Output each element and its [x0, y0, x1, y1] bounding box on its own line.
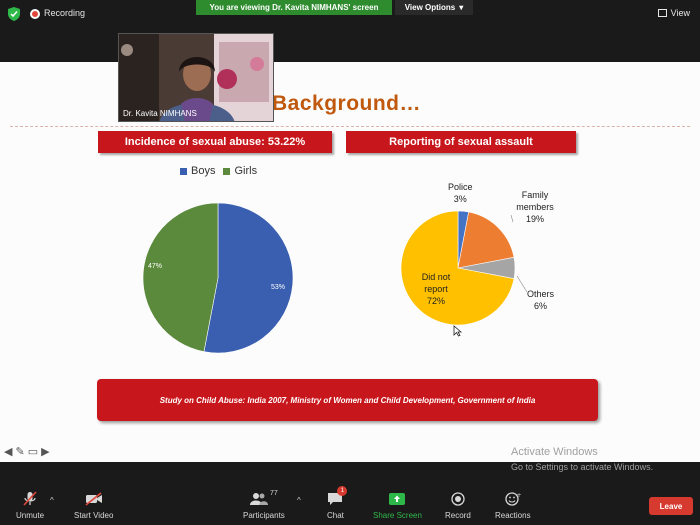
chat-unread-badge: 1: [337, 486, 348, 496]
zoom-window: Recording You are viewing Dr. Kavita NIM…: [0, 0, 700, 525]
meeting-toolbar: Unmute ^ Start Video 77 Participants ^ 1…: [0, 484, 700, 525]
reactions-label: Reactions: [495, 511, 531, 520]
pen-icon[interactable]: ✎: [15, 445, 24, 458]
arrow-right-icon[interactable]: ▶: [41, 445, 49, 458]
unmute-button[interactable]: Unmute: [16, 490, 44, 520]
participants-button[interactable]: 77 Participants: [243, 490, 285, 520]
activate-windows-title: Activate Windows: [511, 446, 598, 458]
share-screen-icon: [389, 490, 406, 508]
share-screen-button[interactable]: Share Screen: [373, 490, 422, 520]
record-button[interactable]: Record: [445, 490, 471, 520]
leave-button[interactable]: Leave: [649, 497, 693, 515]
start-video-button[interactable]: Start Video: [74, 490, 113, 520]
study-citation-banner: Study on Child Abuse: India 2007, Minist…: [97, 379, 598, 421]
mouse-cursor-icon: [453, 325, 462, 337]
leader-line-family: [510, 214, 514, 223]
video-off-icon: [85, 490, 103, 508]
svg-text:+: +: [516, 492, 521, 499]
share-screen-label: Share Screen: [373, 511, 422, 520]
record-label: Record: [445, 511, 471, 520]
annotation-tools: ◀ ✎ ▭ ▶: [4, 445, 50, 458]
unmute-label: Unmute: [16, 511, 45, 520]
participant-video-tile[interactable]: Dr. Kavita NIMHANS: [118, 33, 274, 122]
leader-line-others: [516, 275, 528, 293]
chat-button[interactable]: 1 Chat: [327, 486, 348, 520]
audio-options-chevron[interactable]: ^: [50, 496, 54, 505]
reactions-icon: +: [505, 490, 521, 508]
chat-icon: 1: [327, 486, 348, 508]
activate-windows-subtitle: Go to Settings to activate Windows.: [511, 462, 654, 472]
participants-label: Participants: [243, 511, 285, 520]
participants-icon: 77: [250, 490, 278, 508]
arrow-left-icon[interactable]: ◀: [4, 445, 12, 458]
start-video-label: Start Video: [74, 511, 114, 520]
microphone-muted-icon: [23, 490, 37, 508]
reactions-button[interactable]: + Reactions: [495, 490, 531, 520]
chat-label: Chat: [327, 511, 344, 520]
participants-count: 77: [270, 490, 278, 497]
slides-icon[interactable]: ▭: [28, 445, 38, 458]
record-icon: [451, 490, 465, 508]
participant-name: Dr. Kavita NIMHANS: [123, 109, 197, 118]
participants-options-chevron[interactable]: ^: [297, 496, 301, 505]
